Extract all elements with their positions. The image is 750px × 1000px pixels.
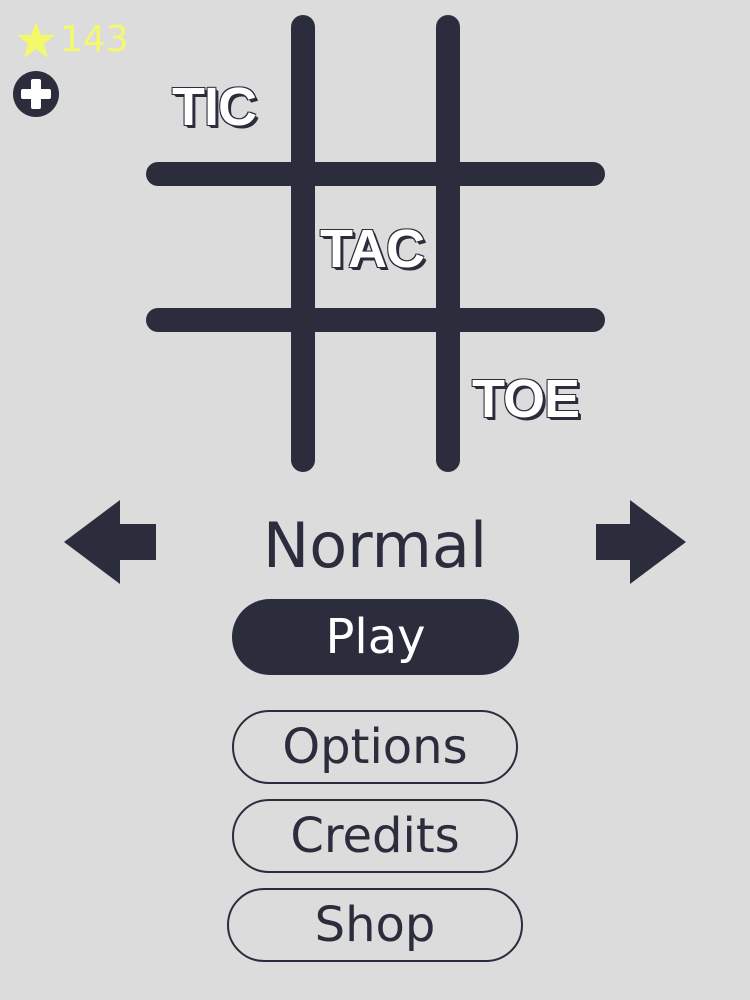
options-button[interactable]: Options — [232, 710, 518, 784]
arrow-left-icon — [64, 500, 156, 584]
previous-mode-button[interactable] — [64, 500, 156, 584]
logo-word-tac: TAC — [320, 219, 425, 279]
game-mode-label: Normal — [262, 509, 488, 582]
logo-word-toe: TOE — [472, 369, 580, 429]
next-mode-button[interactable] — [596, 500, 686, 584]
shop-button[interactable]: Shop — [227, 888, 523, 962]
play-button[interactable]: Play — [232, 599, 519, 675]
arrow-right-icon — [596, 500, 686, 584]
logo-word-tic: TIC — [172, 77, 257, 137]
credits-button[interactable]: Credits — [232, 799, 518, 873]
